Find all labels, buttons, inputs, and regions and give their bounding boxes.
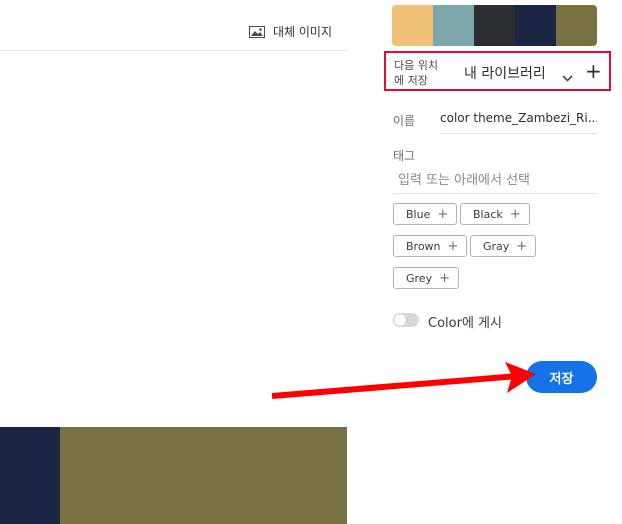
plus-icon: + (509, 206, 521, 222)
tag-chip-label: Black (473, 207, 503, 221)
theme-swatch-olive (60, 427, 347, 524)
tag-chip-label: Blue (406, 207, 431, 221)
tag-chip-brown[interactable]: Brown + (393, 235, 468, 257)
palette-swatch (556, 5, 597, 46)
tag-chip-grey[interactable]: Grey + (393, 267, 459, 289)
name-label: 이름 (393, 114, 416, 128)
plus-icon: + (439, 270, 450, 286)
tag-chip-black[interactable]: Black + (460, 203, 530, 225)
tag-chip-label: Brown (406, 239, 441, 253)
palette-swatch (433, 5, 474, 46)
save-button[interactable]: 저장 (526, 361, 597, 393)
canvas-area: 대체 이미지 (0, 0, 347, 524)
tag-chip-gray[interactable]: Gray + (470, 235, 537, 257)
publish-toggle[interactable] (393, 313, 419, 327)
toggle-knob (394, 314, 406, 326)
add-library-button[interactable]: + (585, 61, 602, 81)
tag-chip-label: Grey (406, 271, 433, 285)
save-location-label: 다음 위치 에 저장 (394, 59, 438, 87)
plus-icon: + (437, 206, 449, 222)
theme-swatch-navy (0, 427, 60, 524)
chevron-down-icon[interactable] (562, 67, 573, 86)
alt-image-label: 대체 이미지 (273, 25, 333, 39)
publish-label: Color에 게시 (428, 316, 502, 331)
plus-icon: + (447, 238, 459, 254)
tag-underline (393, 193, 597, 194)
tag-input[interactable]: 입력 또는 아래에서 선택 (398, 169, 530, 188)
tag-chip-blue[interactable]: Blue + (393, 203, 458, 225)
plus-icon: + (516, 238, 528, 254)
save-location-row: 다음 위치 에 저장 내 라이브러리 + (384, 51, 611, 91)
palette-swatch (474, 5, 515, 46)
alt-image-button[interactable]: 대체 이미지 (249, 23, 332, 40)
tag-chip-label: Gray (483, 239, 510, 253)
name-underline (440, 133, 597, 134)
palette-swatch (515, 5, 556, 46)
name-input[interactable]: color theme_Zambezi_Ri... (440, 111, 597, 125)
library-select[interactable]: 내 라이브러리 (464, 63, 546, 83)
color-palette (392, 5, 597, 46)
tag-label: 태그 (393, 149, 416, 163)
image-icon (249, 25, 265, 38)
divider (0, 50, 347, 51)
palette-swatch (392, 5, 433, 46)
